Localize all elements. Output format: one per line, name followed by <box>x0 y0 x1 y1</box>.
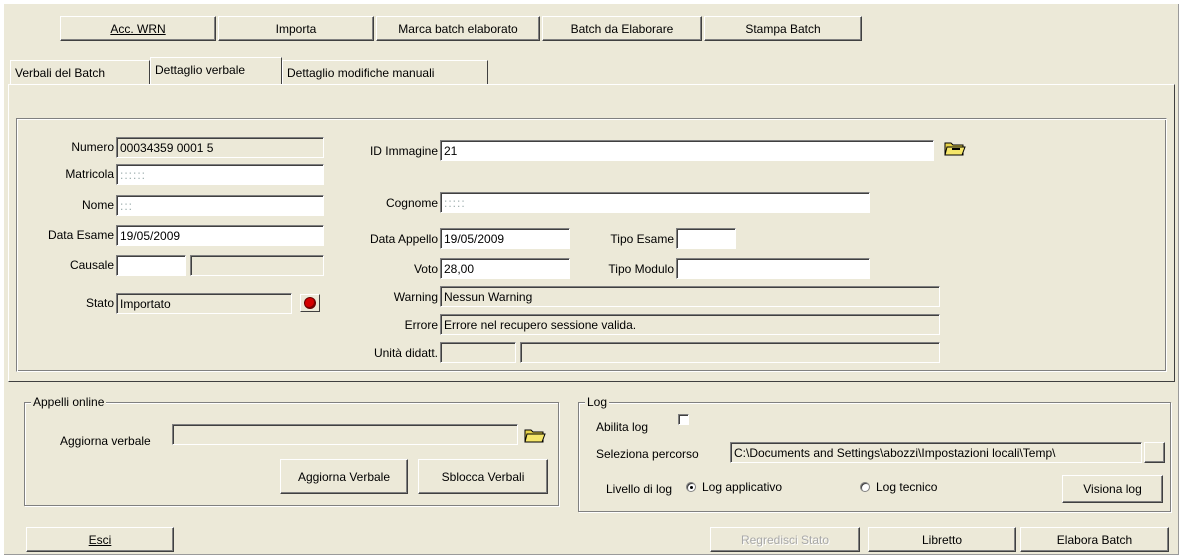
percorso-field: C:\Documents and Settings\abozzi\Imposta… <box>730 442 1142 463</box>
importa-button[interactable]: Importa <box>218 16 374 41</box>
libretto-label: Libretto <box>921 532 963 547</box>
sblocca-verbali-button-label: Sblocca Verbali <box>441 469 525 484</box>
cognome-label: Cognome <box>385 196 438 210</box>
stato-label: Stato <box>85 296 114 310</box>
folder-icon <box>524 429 546 443</box>
aggiorna-verbale-button-label: Aggiorna Verbale <box>297 469 391 484</box>
tipo-modulo-label: Tipo Modulo <box>608 262 674 276</box>
log-applicativo-label: Log applicativo <box>702 480 783 494</box>
unita-didattica-description-field <box>520 342 940 363</box>
stato-indicator-button[interactable] <box>300 294 320 312</box>
tab-dettaglio-verbale[interactable]: Dettaglio verbale <box>150 57 282 85</box>
unita-didattica-label: Unità didatt. <box>373 346 438 360</box>
percorso-browse-button[interactable] <box>1144 442 1165 463</box>
tipo-modulo-field[interactable] <box>676 258 870 279</box>
esci-label: Esci <box>88 532 112 547</box>
tab-verbali-del-batch[interactable]: Verbali del Batch <box>10 60 150 84</box>
unita-didattica-field <box>440 342 516 363</box>
voto-field[interactable]: 28,00 <box>440 258 570 279</box>
open-folder-button[interactable] <box>942 138 968 158</box>
nome-label: Nome <box>81 198 114 212</box>
data-esame-label: Data Esame <box>47 228 114 242</box>
stato-field: Importato <box>116 293 292 314</box>
data-appello-label: Data Appello <box>369 232 438 246</box>
matricola-field[interactable]: :::::: <box>116 164 324 185</box>
esci-button[interactable]: Esci <box>26 527 174 552</box>
id-immagine-label: ID Immagine <box>369 144 438 158</box>
voto-label: Voto <box>413 262 438 276</box>
main-window: Acc. WRN Importa Marca batch elaborato B… <box>4 4 1179 555</box>
appelli-online-title: Appelli online <box>31 395 107 409</box>
importa-label: Importa <box>275 21 317 36</box>
data-appello-field[interactable]: 19/05/2009 <box>440 228 570 249</box>
matricola-label: Matricola <box>65 167 114 181</box>
batch-da-elaborare-button[interactable]: Batch da Elaborare <box>542 16 702 41</box>
acc-wrn-button[interactable]: Acc. WRN <box>60 16 216 41</box>
abilita-log-label: Abilita log <box>596 420 649 434</box>
numero-label: Numero <box>71 140 114 154</box>
id-immagine-field[interactable]: 21 <box>440 140 934 161</box>
aggiorna-verbale-button[interactable]: Aggiorna Verbale <box>280 459 408 494</box>
log-title: Log <box>585 395 610 409</box>
aggiorna-verbale-label: Aggiorna verbale <box>60 434 151 448</box>
status-led-icon <box>305 298 315 308</box>
log-tecnico-label: Log tecnico <box>876 480 938 494</box>
tab-label: Verbali del Batch <box>15 66 106 80</box>
stampa-batch-label: Stampa Batch <box>745 21 821 36</box>
folder-icon <box>944 142 966 156</box>
stampa-batch-button[interactable]: Stampa Batch <box>704 16 862 41</box>
tab-label: Dettaglio verbale <box>155 63 246 77</box>
errore-label: Errore <box>404 318 438 332</box>
batch-da-elaborare-label: Batch da Elaborare <box>570 21 674 36</box>
elabora-batch-button[interactable]: Elabora Batch <box>1020 527 1169 552</box>
log-applicativo-radio[interactable] <box>686 482 696 492</box>
tipo-esame-field[interactable] <box>676 228 736 249</box>
tab-label: Dettaglio modifiche manuali <box>287 66 435 80</box>
aggiorna-verbale-browse-button[interactable] <box>522 424 548 446</box>
elabora-batch-label: Elabora Batch <box>1056 532 1133 547</box>
visiona-log-button[interactable]: Visiona log <box>1062 475 1163 503</box>
tipo-esame-label: Tipo Esame <box>610 232 674 246</box>
libretto-button[interactable]: Libretto <box>868 527 1016 552</box>
causale-label: Causale <box>69 258 114 272</box>
cognome-field[interactable]: ::::: <box>440 192 870 213</box>
sblocca-verbali-button[interactable]: Sblocca Verbali <box>418 459 548 494</box>
regredisci-stato-label: Regredisci Stato <box>740 532 830 547</box>
visiona-log-button-label: Visiona log <box>1083 482 1142 496</box>
errore-field: Errore nel recupero sessione valida. <box>440 314 940 335</box>
acc-wrn-label: Acc. WRN <box>110 21 166 36</box>
log-tecnico-radio[interactable] <box>860 482 870 492</box>
aggiorna-verbale-field <box>172 424 518 445</box>
marca-batch-label: Marca batch elaborato <box>398 21 518 36</box>
causale-field[interactable] <box>116 255 186 276</box>
data-esame-field[interactable]: 19/05/2009 <box>116 225 324 246</box>
warning-field: Nessun Warning <box>440 286 940 307</box>
abilita-log-checkbox[interactable] <box>678 414 689 425</box>
livello-di-log-label: Livello di log <box>606 482 673 496</box>
nome-field[interactable]: ::: <box>116 195 324 216</box>
seleziona-percorso-label: Seleziona percorso <box>596 447 699 461</box>
numero-field: 00034359 0001 5 <box>116 137 324 158</box>
causale-description-field <box>190 255 324 276</box>
tab-dettaglio-modifiche-manuali[interactable]: Dettaglio modifiche manuali <box>282 60 488 84</box>
warning-label: Warning <box>393 290 438 304</box>
marca-batch-button[interactable]: Marca batch elaborato <box>376 16 540 41</box>
regredisci-stato-button[interactable]: Regredisci Stato <box>710 527 860 552</box>
